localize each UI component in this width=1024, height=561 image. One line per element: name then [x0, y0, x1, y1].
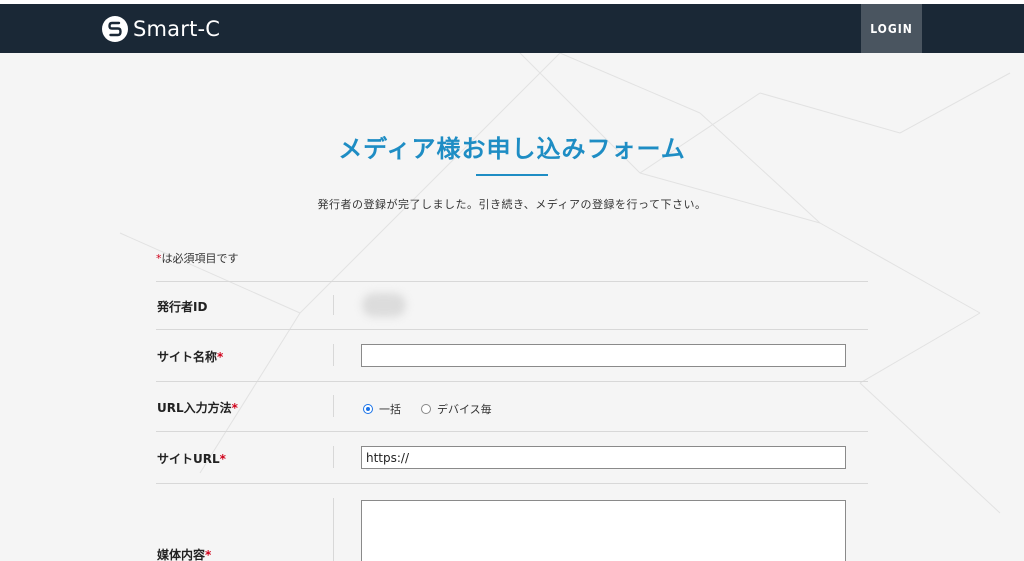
- login-button[interactable]: LOGIN: [861, 4, 922, 53]
- required-note: *は必須項目です: [156, 250, 239, 266]
- url-method-radio-device[interactable]: [421, 404, 431, 414]
- required-mark: *: [217, 350, 224, 364]
- site-name-label-text: サイト名称: [157, 350, 218, 364]
- column-divider: [333, 344, 334, 366]
- url-method-option-device[interactable]: デバイス毎: [437, 401, 492, 417]
- page-frame: Smart-C LOGIN メディア様お申し込みフォーム 発行者の登録が完了しま…: [0, 4, 1024, 561]
- column-divider: [333, 395, 334, 417]
- column-divider: [333, 295, 334, 315]
- required-note-text: は必須項目です: [161, 252, 239, 265]
- row-divider: [156, 483, 868, 484]
- site-name-label: サイト名称*: [157, 348, 223, 365]
- logo[interactable]: Smart-C: [101, 13, 220, 45]
- site-url-label: サイトURL*: [157, 450, 226, 467]
- required-mark: *: [205, 548, 212, 561]
- row-divider: [156, 281, 868, 282]
- site-url-label-text: サイトURL: [157, 452, 220, 466]
- publisher-id-value-blurred: [362, 293, 406, 317]
- media-content-label-text: 媒体内容: [157, 548, 206, 561]
- url-method-radio-group: 一括 デバイス毎: [363, 401, 512, 417]
- url-method-label: URL入力方法*: [157, 399, 238, 416]
- logo-text: Smart-C: [133, 17, 221, 41]
- top-header: Smart-C LOGIN: [0, 4, 1024, 53]
- url-method-radio-bulk[interactable]: [363, 404, 373, 414]
- site-url-input[interactable]: [361, 446, 846, 469]
- title-underline: [476, 174, 548, 176]
- publisher-id-label: 発行者ID: [157, 300, 208, 314]
- page-title: メディア様お申し込みフォーム: [338, 135, 686, 163]
- row-divider: [156, 431, 868, 432]
- url-method-option-bulk[interactable]: 一括: [379, 401, 401, 417]
- column-divider: [333, 446, 334, 468]
- required-mark: *: [219, 452, 226, 466]
- column-divider: [333, 498, 334, 561]
- smart-c-logo-icon: [102, 16, 128, 42]
- row-divider: [156, 329, 868, 330]
- url-method-label-text: URL入力方法: [157, 401, 232, 415]
- required-mark: *: [231, 401, 238, 415]
- media-content-label: 媒体内容*: [157, 546, 211, 561]
- lead-text: 発行者の登録が完了しました。引き続き、メディアの登録を行って下さい。: [317, 198, 707, 211]
- site-name-input[interactable]: [361, 344, 846, 367]
- media-content-textarea[interactable]: [361, 500, 846, 561]
- row-divider: [156, 381, 868, 382]
